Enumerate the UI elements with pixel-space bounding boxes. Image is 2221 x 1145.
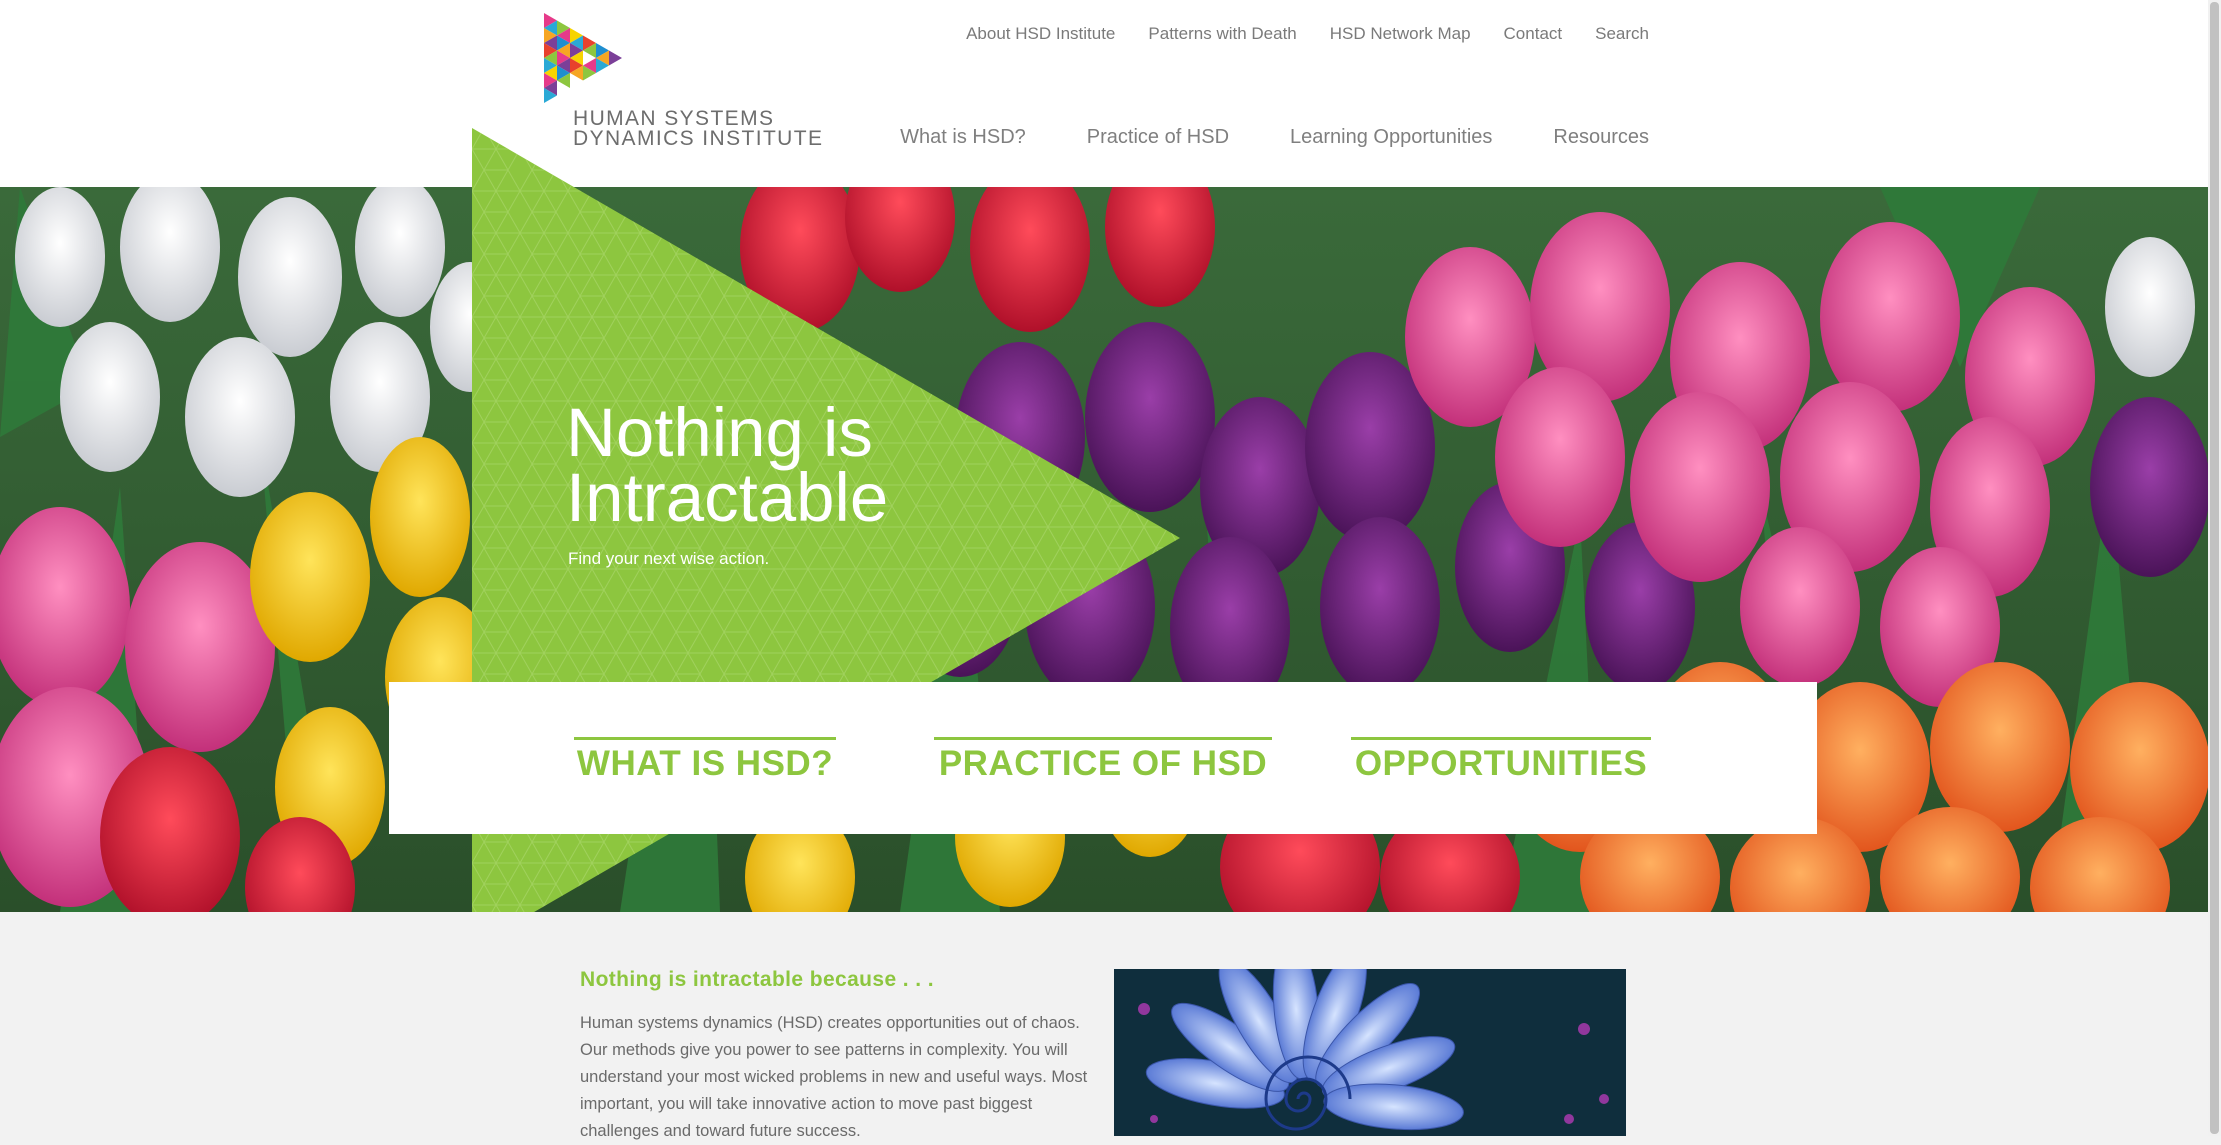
cta-practice-of-hsd[interactable]: PRACTICE OF HSD <box>934 737 1272 784</box>
content-section <box>0 912 2208 1136</box>
cta-opportunities[interactable]: OPPORTUNITIES <box>1351 737 1651 784</box>
nav-item-learning-opportunities[interactable]: Learning Opportunities <box>1290 126 1492 149</box>
cta-panel: WHAT IS HSD? PRACTICE OF HSD OPPORTUNITI… <box>389 682 1817 834</box>
section-heading: Nothing is intractable because . . . <box>580 968 934 991</box>
hero-title-line-2: Intractable <box>566 459 889 536</box>
utility-link-contact[interactable]: Contact <box>1504 24 1563 44</box>
utility-link-search[interactable]: Search <box>1595 24 1649 44</box>
hero-subtitle: Find your next wise action. <box>568 549 770 568</box>
section-body: Human systems dynamics (HSD) creates opp… <box>580 1014 1088 1140</box>
blue-flower-image <box>1114 969 1626 1136</box>
utility-nav: About HSD Institute Patterns with Death … <box>966 24 1649 44</box>
logo-icon[interactable] <box>544 13 622 103</box>
logo-line-1: HUMAN SYSTEMS <box>573 107 775 130</box>
cta-what-is-hsd[interactable]: WHAT IS HSD? <box>574 737 836 784</box>
hero-title: Nothing is Intractable <box>566 394 889 536</box>
hero-title-line-1: Nothing is <box>566 394 873 471</box>
nav-item-resources[interactable]: Resources <box>1553 126 1649 149</box>
utility-link-patterns-with-death[interactable]: Patterns with Death <box>1148 24 1296 44</box>
page-scrollbar-thumb[interactable] <box>2210 2 2219 1134</box>
utility-link-about[interactable]: About HSD Institute <box>966 24 1115 44</box>
utility-link-network-map[interactable]: HSD Network Map <box>1330 24 1471 44</box>
